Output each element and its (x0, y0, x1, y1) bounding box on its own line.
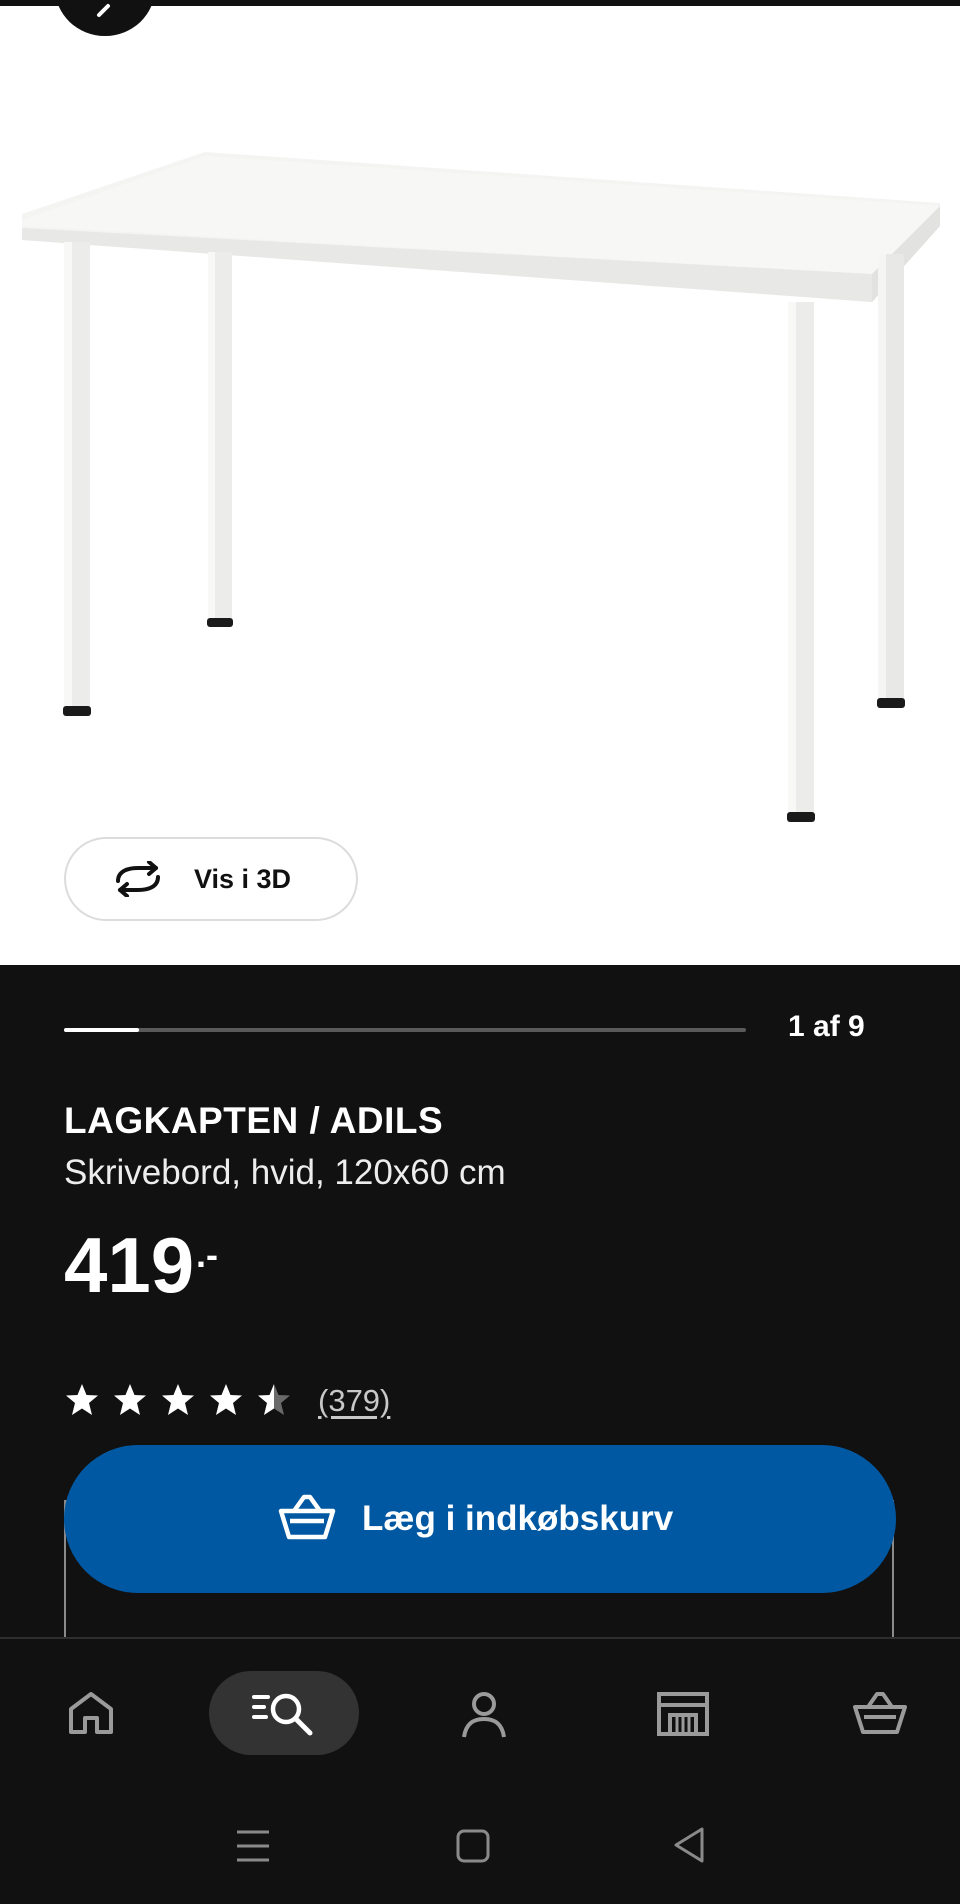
view-3d-button[interactable]: Vis i 3D (64, 837, 358, 921)
back-system-icon[interactable] (672, 1826, 706, 1864)
search-icon (252, 1693, 313, 1736)
profile-icon (462, 1692, 506, 1738)
price-suffix: .- (196, 1234, 218, 1275)
gallery-position-text: 1 af 9 (788, 1010, 865, 1043)
bottom-navigation (0, 1639, 960, 1784)
star-icon (210, 1384, 242, 1415)
product-image-gallery[interactable] (0, 6, 960, 965)
star-icon (66, 1384, 98, 1415)
product-description: Skrivebord, hvid, 120x60 cm (64, 1153, 506, 1192)
add-to-cart-label: Læg i indkøbskurv (362, 1499, 674, 1538)
gallery-progress-bar (64, 1028, 746, 1032)
nav-stores[interactable] (636, 1675, 716, 1747)
nav-profile[interactable] (440, 1675, 520, 1747)
recent-apps-icon[interactable] (234, 1828, 272, 1864)
review-count-link[interactable]: (379) (318, 1383, 390, 1419)
star-icon (258, 1384, 290, 1415)
product-price: 419 (64, 1221, 195, 1309)
nav-home[interactable] (47, 1675, 127, 1747)
star-icon (114, 1384, 146, 1415)
nav-cart[interactable] (832, 1675, 912, 1747)
gallery-progress-fill (64, 1028, 140, 1032)
chevron-left-icon (97, 4, 110, 17)
cart-icon (853, 1692, 907, 1734)
add-to-cart-button[interactable]: Læg i indkøbskurv (64, 1445, 896, 1593)
home-system-icon[interactable] (455, 1828, 491, 1864)
rotate-3d-icon (116, 861, 160, 897)
store-icon (657, 1692, 709, 1736)
basket-icon (278, 1494, 336, 1540)
product-image (22, 152, 940, 822)
product-name: LAGKAPTEN / ADILS (64, 1100, 444, 1141)
star-icon (162, 1384, 194, 1415)
nav-search[interactable] (209, 1671, 359, 1755)
system-navigation-bar (0, 1784, 960, 1904)
home-icon (69, 1692, 113, 1734)
view-3d-label: Vis i 3D (194, 864, 292, 894)
